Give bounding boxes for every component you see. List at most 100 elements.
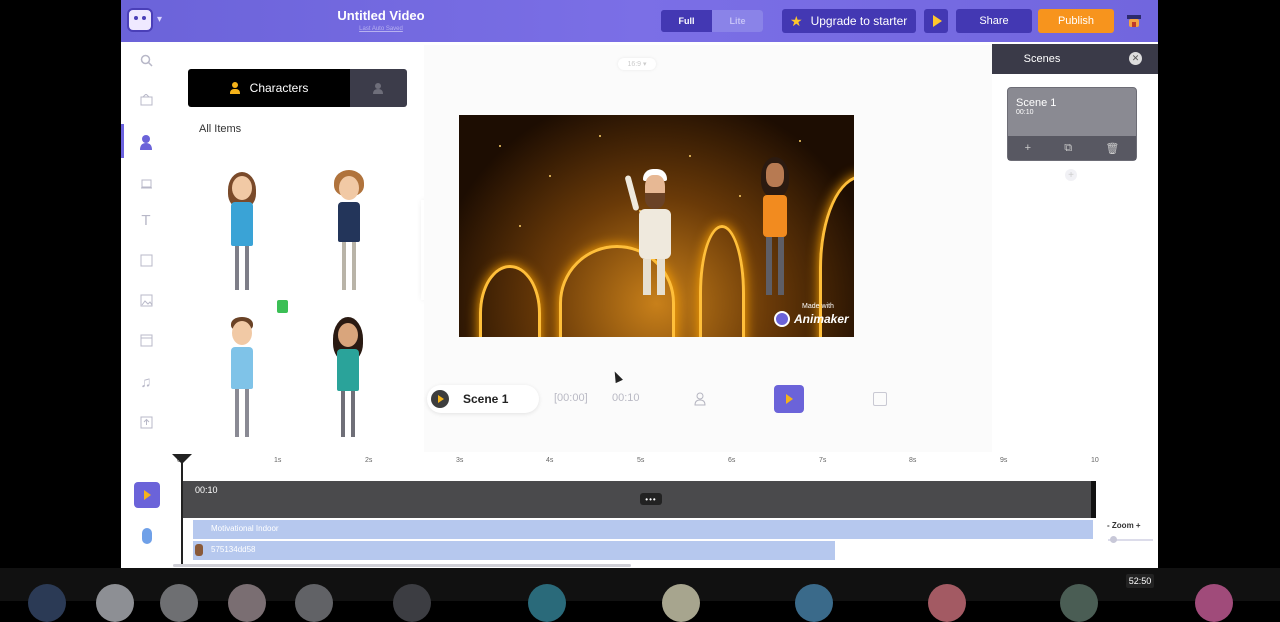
tick-label: 8s <box>909 457 917 464</box>
scene-card-duration: 00:10 <box>1016 109 1034 116</box>
music-icon[interactable]: ♫ <box>138 374 154 391</box>
avatar[interactable] <box>393 584 431 622</box>
scene-card[interactable]: Scene 1 00:10 + ⧉ 🗑 <box>1007 87 1137 161</box>
animaker-editor: ▾ Untitled Video Last Auto Saved Full Li… <box>121 0 1158 568</box>
more-options-icon[interactable]: ••• <box>640 493 662 505</box>
scene-label: Scene 1 <box>463 392 509 406</box>
avatar[interactable] <box>662 584 700 622</box>
zoom-control: - Zoom + <box>1107 521 1141 530</box>
upgrade-button[interactable]: ★ Upgrade to starter <box>782 9 916 33</box>
avatar[interactable] <box>1060 584 1098 622</box>
sparkle <box>689 155 691 157</box>
scene-canvas[interactable]: Made with Animaker <box>459 115 854 337</box>
add-scene-button[interactable]: + <box>1065 169 1077 181</box>
avatar[interactable] <box>96 584 134 622</box>
add-icon[interactable]: + <box>1025 142 1031 154</box>
zoom-out-icon[interactable]: - <box>1107 521 1110 530</box>
person-icon <box>229 82 240 94</box>
scene-track[interactable]: 00:10 <box>183 481 1095 518</box>
scenes-panel-title: Scenes <box>1023 53 1061 65</box>
video-icon[interactable] <box>138 332 154 348</box>
tab-characters[interactable]: Characters <box>188 69 350 107</box>
text-icon[interactable]: T <box>138 212 154 229</box>
sparkle <box>519 225 521 227</box>
scene-play-button[interactable] <box>431 390 449 408</box>
avatar[interactable] <box>228 584 266 622</box>
publish-button[interactable]: Publish <box>1038 9 1114 33</box>
upgrade-label: Upgrade to starter <box>810 14 908 28</box>
character-woman[interactable] <box>757 157 793 297</box>
graduation-cap-icon[interactable] <box>1125 12 1143 30</box>
zoom-slider[interactable] <box>1108 536 1153 543</box>
tick-label: 1s <box>274 457 282 464</box>
aspect-ratio-label: 16:9 <box>627 60 642 68</box>
tick-label: 4s <box>546 457 554 464</box>
aspect-ratio-dropdown[interactable]: 16:9 ▾ <box>618 58 656 70</box>
backgrounds-icon[interactable] <box>138 92 154 108</box>
view-lite-option[interactable]: Lite <box>712 10 763 32</box>
chevron-down-icon[interactable]: ▾ <box>157 14 162 25</box>
active-indicator <box>121 124 124 158</box>
camera-icon[interactable] <box>873 392 887 406</box>
scene-play-control[interactable]: Scene 1 <box>427 385 539 413</box>
person-plus-icon <box>372 83 383 94</box>
view-full-option[interactable]: Full <box>661 10 712 32</box>
voice-track[interactable]: 575134dd58 <box>193 541 835 560</box>
character-thumbnail[interactable] <box>219 315 267 439</box>
zoom-in-icon[interactable]: + <box>1136 521 1141 530</box>
zoom-slider-handle[interactable] <box>1110 536 1117 543</box>
close-icon[interactable]: ✕ <box>1129 52 1142 65</box>
play-icon <box>785 394 793 404</box>
character-thumbnail[interactable] <box>219 168 267 292</box>
microphone-icon[interactable] <box>142 528 152 544</box>
characters-icon[interactable] <box>138 134 154 150</box>
avatar[interactable] <box>160 584 198 622</box>
timeline-scrollbar[interactable] <box>173 564 631 567</box>
avatar[interactable] <box>28 584 66 622</box>
current-time: [00:00] <box>554 392 588 404</box>
view-mode-toggle[interactable]: Full Lite <box>661 10 763 32</box>
scene-duration[interactable]: 00:10 <box>612 392 640 404</box>
app-logo-icon[interactable] <box>127 8 153 32</box>
character-arab-man[interactable] <box>624 165 679 295</box>
sparkle <box>599 135 601 137</box>
scene-preview-button[interactable] <box>774 385 804 413</box>
character-toggle-icon[interactable] <box>694 392 706 406</box>
scenes-panel-header: Scenes ✕ <box>992 44 1158 74</box>
scene-track-duration: 00:10 <box>195 485 218 495</box>
search-icon[interactable] <box>138 52 154 68</box>
audio-track[interactable]: Motivational Indoor <box>193 520 1093 539</box>
scene-card-actions: + ⧉ 🗑 <box>1008 136 1136 160</box>
avatar[interactable] <box>928 584 966 622</box>
project-title[interactable]: Untitled Video <box>331 8 431 23</box>
trash-icon[interactable]: 🗑 <box>1105 142 1119 155</box>
play-icon <box>932 15 942 27</box>
avatar[interactable] <box>1195 584 1233 622</box>
properties-icon[interactable] <box>138 174 154 190</box>
upload-icon[interactable] <box>138 414 154 430</box>
scene-track-icon[interactable] <box>134 482 160 508</box>
left-toolbar: T ♫ <box>121 42 171 446</box>
preview-play-button[interactable] <box>924 9 948 33</box>
share-button[interactable]: Share <box>956 9 1032 33</box>
tick-label: 9s <box>1000 457 1008 464</box>
tab-characters-label: Characters <box>249 81 309 95</box>
playhead-handle[interactable] <box>172 454 192 464</box>
tick-label: 3s <box>456 457 464 464</box>
premium-badge-icon <box>277 300 288 313</box>
tab-custom-characters[interactable] <box>350 69 407 107</box>
avatar[interactable] <box>295 584 333 622</box>
duplicate-icon[interactable]: ⧉ <box>1064 142 1072 155</box>
avatar[interactable] <box>528 584 566 622</box>
character-thumbnail[interactable] <box>326 168 374 292</box>
animaker-logo-icon <box>774 311 790 327</box>
image-icon[interactable] <box>138 292 154 308</box>
play-icon <box>438 395 444 403</box>
avatar[interactable] <box>795 584 833 622</box>
scene-track-resize-handle[interactable] <box>1091 481 1096 518</box>
character-thumbnail[interactable] <box>325 315 373 439</box>
timeline-ruler[interactable]: 0s 1s 2s 3s 4s 5s 6s 7s 8s 9s 10 <box>177 452 1157 470</box>
animaker-watermark: Made with Animaker <box>774 303 852 333</box>
call-timer: 52:50 <box>1126 574 1154 588</box>
bg-icon[interactable] <box>138 252 154 268</box>
